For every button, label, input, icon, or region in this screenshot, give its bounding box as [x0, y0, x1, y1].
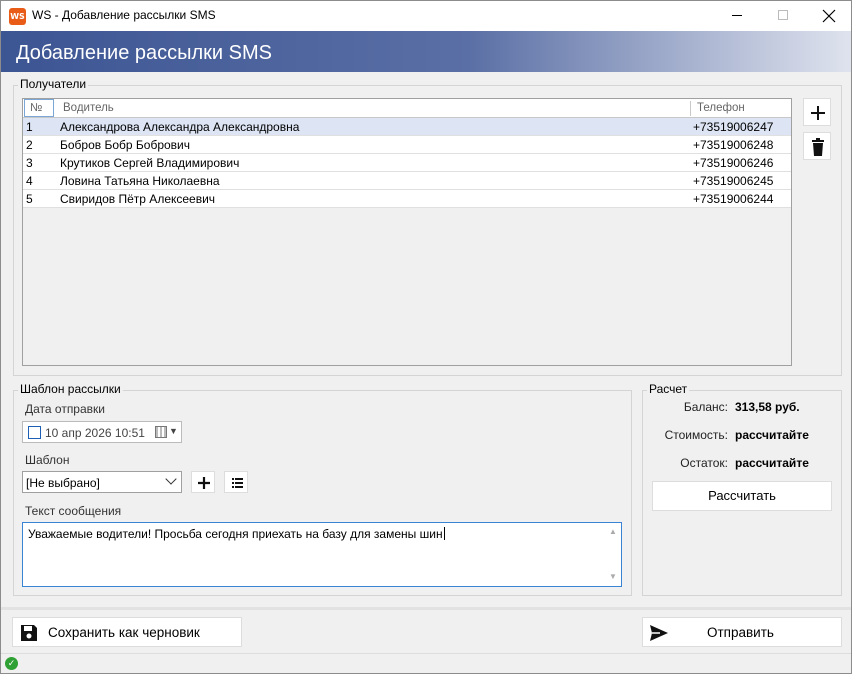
row-phone: +73519006244	[693, 192, 774, 206]
column-separator[interactable]	[690, 101, 691, 116]
plus-icon	[198, 477, 210, 489]
minimize-button[interactable]	[714, 1, 760, 31]
table-row[interactable]: 3 Крутиков Сергей Владимирович +7351900624…	[23, 154, 791, 172]
chevron-down-icon[interactable]: ▼	[169, 426, 178, 436]
send-button[interactable]: Отправить	[642, 617, 842, 647]
calculate-button[interactable]: Рассчитать	[652, 481, 832, 511]
column-header-phone[interactable]: Телефон	[697, 99, 745, 118]
status-bar: ✓	[1, 653, 851, 673]
save-icon	[21, 625, 37, 641]
column-header-number[interactable]: №	[24, 99, 54, 117]
row-driver-name: Бобров Бобр Бобрович	[60, 138, 191, 152]
title-bar: WS WS - Добавление рассылки SMS	[1, 1, 851, 31]
table-header: № Водитель Телефон	[23, 99, 791, 118]
trash-icon	[812, 138, 824, 156]
delete-recipient-button[interactable]	[803, 132, 831, 160]
remainder-label: Остаток:	[680, 456, 728, 470]
row-driver-name: Крутиков Сергей Владимирович	[60, 156, 240, 170]
row-phone: +73519006248	[693, 138, 774, 152]
bottom-divider	[1, 607, 851, 610]
send-label: Отправить	[707, 625, 774, 640]
template-caption: Шаблон	[25, 453, 70, 467]
list-icon	[232, 478, 243, 488]
scroll-up-icon[interactable]: ▲	[609, 528, 619, 536]
maximize-icon	[778, 10, 788, 20]
row-number: 1	[26, 120, 33, 134]
table-row[interactable]: 1 Александрова Александра Александровна +7…	[23, 118, 791, 136]
calculation-group-label: Расчет	[647, 382, 690, 396]
row-driver-name: Ловина Татьяна Николаевна	[60, 174, 220, 188]
row-driver-name: Свиридов Пётр Алексеевич	[60, 192, 216, 206]
cost-label: Стоимость:	[664, 428, 728, 442]
row-number: 5	[26, 192, 33, 206]
table-row[interactable]: 4 Ловина Татьяна Николаевна +73519006245	[23, 172, 791, 190]
recipients-table[interactable]: № Водитель Телефон 1 Александрова Алексан…	[22, 98, 792, 366]
message-text: Уважаемые водители! Просьба сегодня прие…	[28, 527, 445, 541]
template-select[interactable]: [Не выбрано]	[22, 471, 182, 493]
remainder-value: рассчитайте	[735, 456, 809, 470]
table-row[interactable]: 5 Свиридов Пётр Алексеевич +73519006244	[23, 190, 791, 208]
header-banner: Добавление рассылки SMS	[1, 31, 851, 72]
window-title: WS - Добавление рассылки SMS	[32, 8, 216, 22]
row-number: 2	[26, 138, 33, 152]
close-icon	[822, 9, 836, 23]
message-caption: Текст сообщения	[25, 504, 122, 518]
column-header-driver[interactable]: Водитель	[63, 99, 114, 118]
template-list-button[interactable]	[224, 471, 248, 493]
chevron-down-icon	[165, 473, 177, 485]
minimize-icon	[732, 15, 742, 16]
save-draft-label: Сохранить как черновик	[48, 625, 200, 640]
main-window: WS WS - Добавление рассылки SMS Добавлен…	[0, 0, 852, 674]
row-number: 4	[26, 174, 33, 188]
close-button[interactable]	[806, 1, 851, 31]
scroll-down-icon[interactable]: ▼	[609, 573, 619, 581]
add-recipient-button[interactable]	[803, 98, 831, 126]
send-date-picker[interactable]: 10 апр 2026 10:51 ▼	[22, 421, 182, 443]
recipients-group-label: Получатели	[18, 77, 89, 91]
date-caption: Дата отправки	[25, 402, 105, 416]
row-driver-name: Александрова Александра Александровна	[60, 120, 300, 134]
maximize-button[interactable]	[760, 1, 806, 31]
page-title: Добавление рассылки SMS	[16, 42, 272, 64]
balance-value: 313,58 руб.	[735, 400, 800, 414]
template-select-value: [Не выбрано]	[26, 476, 100, 490]
template-group-label: Шаблон рассылки	[18, 382, 123, 396]
calendar-icon[interactable]	[155, 426, 167, 438]
add-template-button[interactable]	[191, 471, 215, 493]
check-circle-icon: ✓	[5, 657, 18, 670]
table-row[interactable]: 2 Бобров Бобр Бобрович +73519006248	[23, 136, 791, 154]
date-enabled-checkbox[interactable]	[28, 426, 41, 439]
message-textarea[interactable]: Уважаемые водители! Просьба сегодня прие…	[22, 522, 622, 587]
row-phone: +73519006246	[693, 156, 774, 170]
date-value: 10 апр 2026 10:51	[45, 426, 145, 440]
cost-value: рассчитайте	[735, 428, 809, 442]
row-phone: +73519006247	[693, 120, 774, 134]
balance-label: Баланс:	[683, 400, 728, 414]
row-phone: +73519006245	[693, 174, 774, 188]
app-logo-icon: WS	[9, 8, 26, 25]
plus-icon	[811, 106, 825, 120]
row-number: 3	[26, 156, 33, 170]
send-icon	[650, 625, 668, 641]
save-draft-button[interactable]: Сохранить как черновик	[12, 617, 242, 647]
